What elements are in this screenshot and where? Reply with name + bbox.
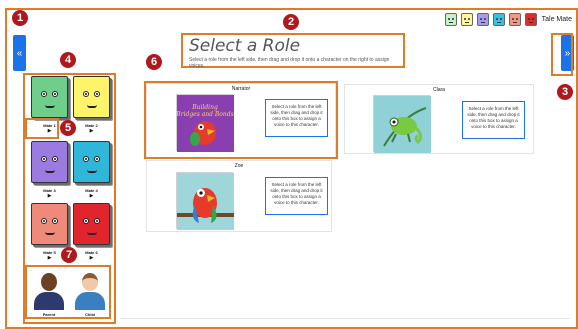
play-icon[interactable]: ▶ <box>73 128 110 134</box>
play-icon[interactable]: ▶ <box>31 193 68 199</box>
annotation-badge: 3 <box>557 84 573 100</box>
next-button-highlight <box>551 33 573 76</box>
mate-mini-icon[interactable] <box>508 13 521 26</box>
child-avatar-icon <box>82 273 98 291</box>
voice-parent[interactable]: Parent <box>31 269 67 317</box>
play-icon[interactable]: ▶ <box>73 255 110 261</box>
parent-avatar-icon <box>41 273 57 291</box>
character-name: Zoe <box>234 163 244 169</box>
mate-mini-icon[interactable] <box>492 13 505 26</box>
voice-mate-6[interactable]: Mate 6 ▶ <box>73 203 110 261</box>
play-icon[interactable]: ▶ <box>73 193 110 199</box>
annotation-badge: 6 <box>146 54 162 70</box>
mate-1-icon <box>31 76 68 118</box>
app-name: Tale Mate <box>541 16 572 23</box>
mate-mini-icon[interactable] <box>524 13 537 26</box>
chameleon-icon <box>373 95 431 153</box>
prev-page-button[interactable]: « <box>13 35 26 71</box>
child-label: Child <box>85 312 95 317</box>
character-card-clara: Clara Select a role from the left side, … <box>344 84 534 154</box>
mate-1-label-highlight <box>25 118 59 139</box>
mate-3-icon <box>31 141 68 183</box>
header-icon-bar: Tale Mate <box>444 13 572 26</box>
mate-4-icon <box>73 141 110 183</box>
mate-6-icon <box>73 203 110 245</box>
annotation-badge: 1 <box>12 10 28 26</box>
mate-2-icon <box>73 76 110 118</box>
mate-mini-icon[interactable] <box>444 13 457 26</box>
parent-label: Parent <box>42 312 56 317</box>
content-divider <box>120 318 570 319</box>
voice-drop-zone[interactable]: Select a role from the left side, then d… <box>462 101 525 139</box>
app-root: Tale Mate « » Select a Role Select a rol… <box>0 0 578 329</box>
annotation-badge: 4 <box>60 52 76 68</box>
page-title: Select a Role <box>189 36 301 56</box>
mate-mini-icon[interactable] <box>460 13 473 26</box>
voice-child[interactable]: Child <box>72 269 108 317</box>
family-voices-group: Parent Child <box>25 265 111 319</box>
narrator-card-highlight <box>144 81 338 159</box>
parrot-icon <box>176 172 234 230</box>
annotation-badge: 5 <box>60 120 76 136</box>
voice-mate-4[interactable]: Mate 4 ▶ <box>73 141 110 199</box>
voice-mate-2[interactable]: Mate 2 ▶ <box>73 76 110 134</box>
mate-mini-icon[interactable] <box>476 13 489 26</box>
page-header: Select a Role Select a role from the lef… <box>181 33 405 69</box>
page-subtitle: Select a role from the left side, then d… <box>189 57 390 69</box>
mate-5-icon <box>31 203 68 245</box>
voice-mate-3[interactable]: Mate 3 ▶ <box>31 141 68 199</box>
character-name: Clara <box>433 87 445 93</box>
voice-drop-zone[interactable]: Select a role from the left side, then d… <box>265 177 328 215</box>
annotation-badge: 2 <box>283 14 299 30</box>
character-card-zoe: Zoe Select a role from the left side, th… <box>146 160 332 232</box>
annotation-badge: 7 <box>61 247 77 263</box>
